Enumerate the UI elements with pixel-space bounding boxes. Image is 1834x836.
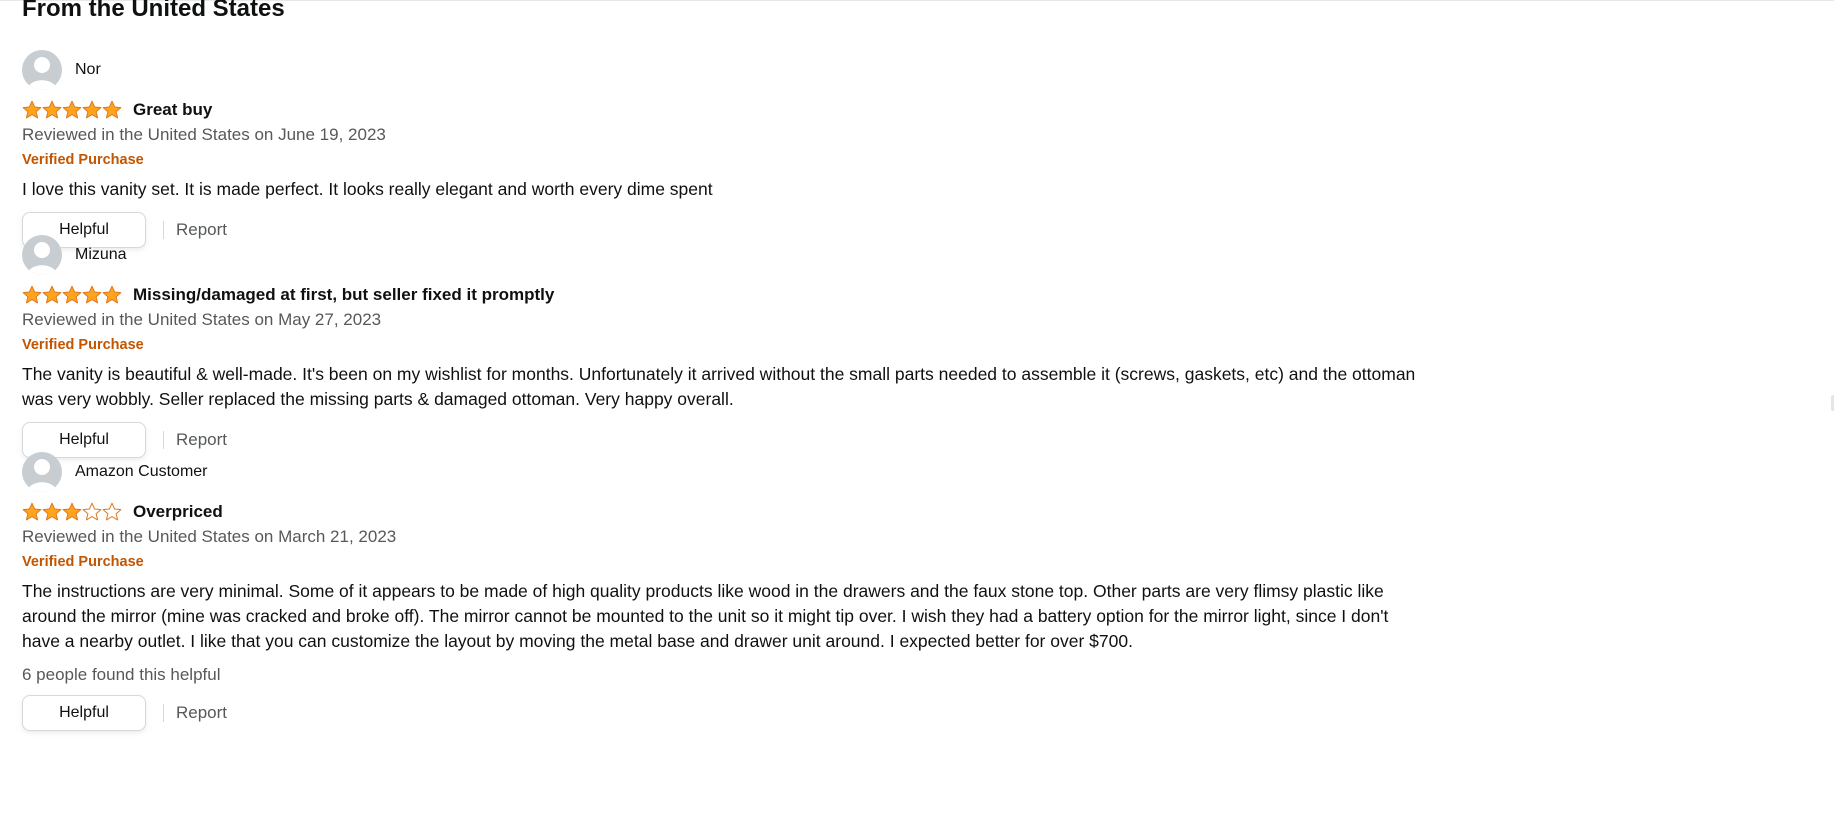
star-filled-icon [22, 285, 42, 304]
reviewer-name: Amazon Customer [75, 463, 208, 480]
star-rating[interactable] [22, 501, 122, 523]
reviewer-profile[interactable]: Amazon Customer [22, 452, 1422, 492]
review-title[interactable]: Great buy [133, 100, 212, 120]
review-date: Reviewed in the United States on March 2… [22, 527, 397, 546]
action-divider [163, 431, 164, 449]
star-filled-icon [62, 502, 82, 521]
review-body: The instructions are very minimal. Some … [22, 581, 1389, 651]
reviewer-name: Nor [75, 61, 101, 78]
review-card: Nor Great buy Reviewed in the United Sta… [22, 50, 1422, 249]
star-filled-icon [62, 285, 82, 304]
star-filled-icon [42, 100, 62, 119]
review-card: Mizuna Missing/damaged at first, but sel… [22, 235, 1422, 459]
avatar-icon [22, 452, 62, 492]
star-filled-icon [82, 100, 102, 119]
review-title[interactable]: Overpriced [133, 502, 223, 522]
star-filled-icon [82, 285, 102, 304]
review-title[interactable]: Missing/damaged at first, but seller fix… [133, 285, 554, 305]
verified-purchase-badge[interactable]: Verified Purchase [22, 149, 1422, 171]
review-body: I love this vanity set. It is made perfe… [22, 179, 713, 199]
action-divider [163, 704, 164, 722]
star-filled-icon [102, 285, 122, 304]
helpful-count: 6 people found this helpful [22, 665, 221, 684]
review-body: The vanity is beautiful & well-made. It'… [22, 364, 1416, 409]
reviewer-profile[interactable]: Nor [22, 50, 1422, 90]
avatar-icon [22, 50, 62, 90]
reviewer-profile[interactable]: Mizuna [22, 235, 1422, 275]
verified-purchase-badge[interactable]: Verified Purchase [22, 334, 1422, 356]
star-filled-icon [62, 100, 82, 119]
section-title: From the United States [22, 0, 285, 22]
review-date: Reviewed in the United States on June 19… [22, 125, 386, 144]
reviewer-name: Mizuna [75, 246, 127, 263]
star-filled-icon [22, 502, 42, 521]
report-link[interactable]: Report [176, 703, 227, 723]
helpful-button[interactable]: Helpful [22, 695, 146, 731]
star-rating[interactable] [22, 284, 122, 306]
review-card: Amazon Customer Overpriced Reviewed in t… [22, 452, 1422, 732]
star-filled-icon [102, 100, 122, 119]
star-filled-icon [22, 100, 42, 119]
star-filled-icon [42, 285, 62, 304]
avatar-icon [22, 235, 62, 275]
star-rating[interactable] [22, 99, 122, 121]
star-empty-icon [102, 502, 122, 521]
star-empty-icon [82, 502, 102, 521]
verified-purchase-badge[interactable]: Verified Purchase [22, 551, 1422, 573]
review-date: Reviewed in the United States on May 27,… [22, 310, 382, 329]
report-link[interactable]: Report [176, 430, 227, 450]
star-filled-icon [42, 502, 62, 521]
